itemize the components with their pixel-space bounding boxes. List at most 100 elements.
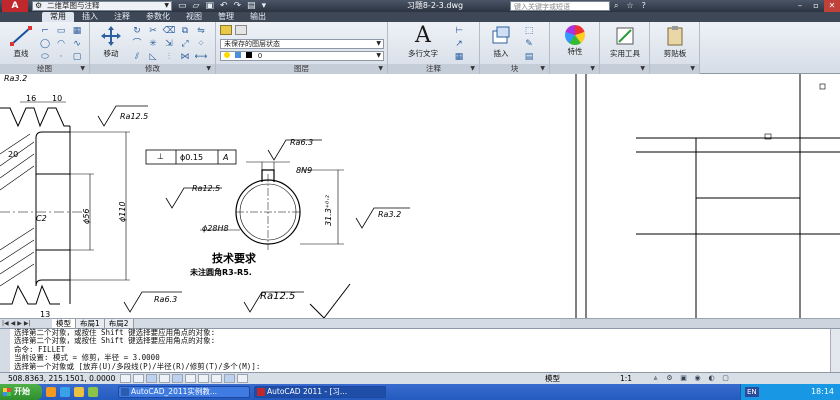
draw-panel-label[interactable]: 绘图 ▼ bbox=[0, 64, 89, 74]
command-prompt[interactable]: 选择第一个对象或 [放弃(U)/多段线(P)/半径(R)/修剪(T)/多个(M)… bbox=[14, 362, 840, 371]
clean-screen-icon[interactable]: ▢ bbox=[720, 374, 731, 383]
command-scrollbar[interactable] bbox=[830, 329, 840, 373]
line-button[interactable]: 直线 bbox=[2, 25, 40, 63]
otrack-toggle[interactable] bbox=[185, 374, 196, 383]
tab-manage[interactable]: 管理 bbox=[210, 12, 242, 22]
next-tab-icon[interactable]: ▶ bbox=[17, 320, 22, 327]
horizontal-scrollbar[interactable] bbox=[560, 318, 840, 328]
offset-icon[interactable]: ⫽ bbox=[130, 51, 144, 63]
ortho-toggle[interactable] bbox=[146, 374, 157, 383]
hatch-icon[interactable]: ▦ bbox=[70, 25, 84, 37]
tab-model[interactable]: 模型 bbox=[52, 319, 76, 328]
erase-icon[interactable]: ⌫ bbox=[162, 25, 176, 37]
stretch-icon[interactable]: ⇲ bbox=[162, 38, 176, 50]
redo-icon[interactable]: ↷ bbox=[234, 0, 242, 12]
taskbar-item-autocad[interactable]: AutoCAD 2011 - [习... bbox=[254, 386, 386, 398]
drawing-canvas[interactable]: Ra3.2 16 10 Ra12.5 20 ϕ0.15 ⊥ A Ra6.3 8N… bbox=[0, 74, 840, 318]
browser-icon[interactable] bbox=[46, 387, 56, 397]
utilities-button[interactable]: 实用工具 bbox=[606, 25, 644, 63]
command-window-grip[interactable] bbox=[0, 329, 10, 373]
first-tab-icon[interactable]: |◀ bbox=[2, 320, 9, 327]
block-panel-label[interactable]: 块 ▼ bbox=[480, 64, 549, 74]
table-icon[interactable]: ▦ bbox=[452, 51, 466, 63]
prev-tab-icon[interactable]: ◀ bbox=[11, 320, 16, 327]
trim-icon[interactable]: ✂ bbox=[146, 25, 160, 37]
workspace-icon[interactable]: ⚙ bbox=[664, 374, 675, 383]
folder-icon[interactable] bbox=[74, 387, 84, 397]
dropdown-icon[interactable]: ▾ bbox=[262, 0, 267, 12]
help-icon[interactable]: ? bbox=[642, 0, 646, 12]
ellipse-icon[interactable]: ⬭ bbox=[38, 51, 52, 63]
create-block-icon[interactable]: ⬚ bbox=[522, 25, 536, 37]
layers-panel-label[interactable]: 图层 ▼ bbox=[216, 64, 387, 74]
attribute-icon[interactable]: ▤ bbox=[522, 51, 536, 63]
last-tab-icon[interactable]: ▶| bbox=[24, 320, 31, 327]
join-icon[interactable]: ⋈ bbox=[178, 51, 192, 63]
dimension-icon[interactable]: ⊢ bbox=[452, 25, 466, 37]
properties-button[interactable]: 特性 bbox=[556, 25, 594, 63]
copy-icon[interactable]: ⧉ bbox=[178, 25, 192, 37]
model-space-label[interactable]: 模型 bbox=[545, 373, 560, 384]
tab-output[interactable]: 输出 bbox=[242, 12, 274, 22]
clipboard-button[interactable]: 剪贴板 bbox=[656, 25, 694, 63]
grid-toggle[interactable] bbox=[133, 374, 144, 383]
annotation-panel-label[interactable]: 注释 ▼ bbox=[388, 64, 479, 74]
point-icon[interactable]: · bbox=[54, 51, 68, 63]
fillet-icon[interactable]: ⌒ bbox=[130, 38, 144, 50]
start-button[interactable]: 开始 bbox=[0, 384, 42, 400]
lineweight-toggle[interactable] bbox=[224, 374, 235, 383]
mirror-icon[interactable]: ⇋ bbox=[194, 25, 208, 37]
minimize-icon[interactable]: – bbox=[792, 0, 808, 12]
utilities-panel-label[interactable]: ▼ bbox=[600, 64, 649, 74]
search-input[interactable]: 键入关键字或短语 bbox=[510, 1, 610, 11]
undo-icon[interactable]: ↶ bbox=[220, 0, 228, 12]
break-icon[interactable]: ⫶ bbox=[162, 51, 176, 63]
tab-home[interactable]: 常用 bbox=[42, 12, 74, 22]
chamfer-icon[interactable]: ◺ bbox=[146, 51, 160, 63]
circle-icon[interactable]: ◯ bbox=[38, 38, 52, 50]
tab-layout1[interactable]: 布局1 bbox=[76, 319, 105, 328]
rectangle-icon[interactable]: ▭ bbox=[54, 25, 68, 37]
isolate-icon[interactable]: ◐ bbox=[706, 374, 717, 383]
array-icon[interactable]: ⁘ bbox=[194, 38, 208, 50]
maximize-icon[interactable]: ▫ bbox=[808, 0, 824, 12]
mtext-button[interactable]: A 多行文字 bbox=[402, 25, 444, 63]
command-window[interactable]: 选择第二个对象，或按住 Shift 键选择要应用角点的对象: 选择第二个对象，或… bbox=[0, 328, 840, 373]
tab-layout2[interactable]: 布局2 bbox=[104, 319, 134, 328]
plot-icon[interactable]: ▤ bbox=[247, 0, 256, 12]
ducs-toggle[interactable] bbox=[198, 374, 209, 383]
close-icon[interactable]: ✕ bbox=[824, 0, 840, 12]
lock-icon[interactable]: ▣ bbox=[678, 374, 689, 383]
open-icon[interactable]: ▱ bbox=[193, 0, 200, 12]
scale-icon[interactable]: ⤢ bbox=[178, 38, 192, 50]
properties-panel-label[interactable]: ▼ bbox=[550, 64, 599, 74]
polar-toggle[interactable] bbox=[159, 374, 170, 383]
binoculars-icon[interactable]: ⌕ bbox=[614, 0, 618, 12]
lengthen-icon[interactable]: ⟷ bbox=[194, 51, 208, 63]
tab-insert[interactable]: 插入 bbox=[74, 12, 106, 22]
coordinate-readout[interactable]: 508.8363, 215.1501, 0.0000 bbox=[8, 373, 115, 384]
dyn-toggle[interactable] bbox=[211, 374, 222, 383]
new-icon[interactable]: ▭ bbox=[178, 0, 187, 12]
tab-annotate[interactable]: 注释 bbox=[106, 12, 138, 22]
region-icon[interactable]: ▢ bbox=[70, 51, 84, 63]
tab-parametric[interactable]: 参数化 bbox=[138, 12, 178, 22]
snap-toggle[interactable] bbox=[120, 374, 131, 383]
language-indicator[interactable]: EN bbox=[745, 387, 759, 397]
spline-icon[interactable]: ∿ bbox=[70, 38, 84, 50]
layer-state-icon[interactable] bbox=[235, 25, 247, 35]
edit-block-icon[interactable]: ✎ bbox=[522, 38, 536, 50]
clock[interactable]: 18:14 bbox=[811, 384, 834, 400]
annotation-scale[interactable]: 1:1 bbox=[620, 373, 632, 384]
layer-properties-icon[interactable] bbox=[220, 25, 232, 35]
leader-icon[interactable]: ↗ bbox=[452, 38, 466, 50]
insert-button[interactable]: 插入 bbox=[482, 25, 520, 63]
arc-icon[interactable]: ◠ bbox=[54, 38, 68, 50]
polyline-icon[interactable]: ⌐ bbox=[38, 25, 52, 37]
workspace-switcher[interactable]: ⚙ 二维草图与注释 ▼ bbox=[32, 1, 172, 11]
osnap-toggle[interactable] bbox=[172, 374, 183, 383]
qp-toggle[interactable] bbox=[237, 374, 248, 383]
modify-panel-label[interactable]: 修改 ▼ bbox=[90, 64, 215, 74]
move-button[interactable]: 移动 bbox=[92, 25, 130, 63]
clipboard-panel-label[interactable]: ▼ bbox=[650, 64, 699, 74]
